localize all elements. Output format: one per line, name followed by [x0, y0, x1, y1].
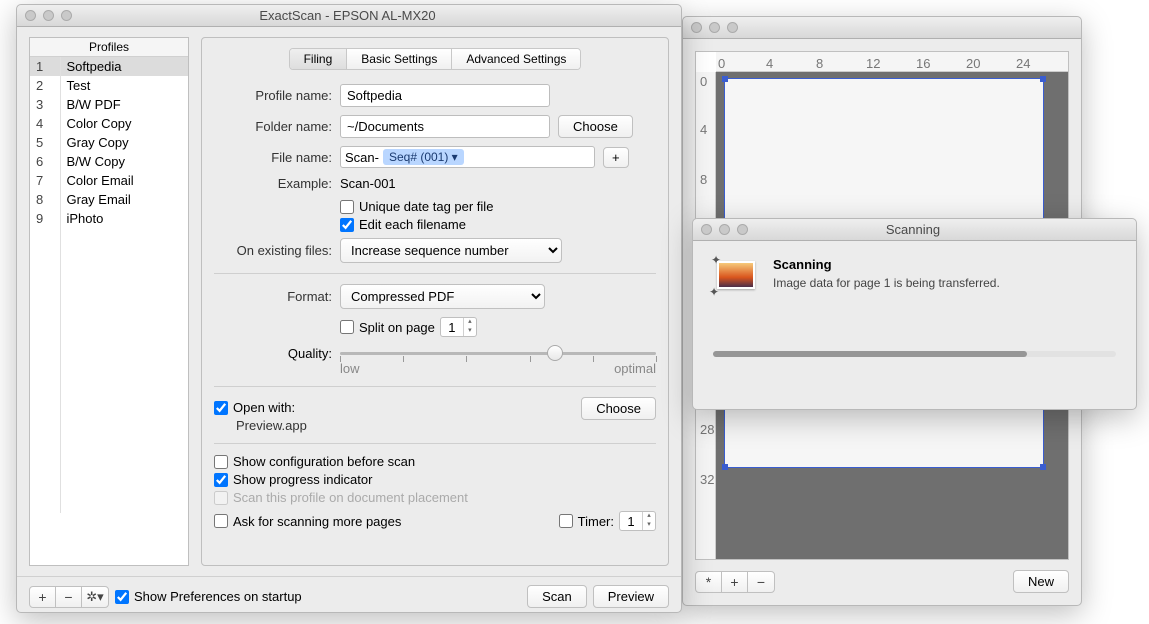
- add-token-button[interactable]: +: [603, 147, 629, 168]
- example-value: Scan-001: [340, 176, 396, 191]
- preview-remove-button[interactable]: −: [748, 572, 774, 592]
- scan-thumbnail-icon: ✦ ✦: [713, 257, 757, 295]
- example-label: Example:: [214, 176, 332, 191]
- profile-row[interactable]: 5Gray Copy: [30, 133, 188, 152]
- ask-more-checkbox[interactable]: Ask for scanning more pages: [214, 514, 559, 529]
- main-window: ExactScan - EPSON AL-MX20 Profiles 1Soft…: [16, 4, 682, 613]
- new-button[interactable]: New: [1013, 570, 1069, 593]
- preview-button[interactable]: Preview: [593, 585, 669, 608]
- profile-name-input[interactable]: [340, 84, 550, 107]
- preview-list-toolbar: * + −: [695, 571, 775, 593]
- scan-button[interactable]: Scan: [527, 585, 587, 608]
- preview-star-button[interactable]: *: [696, 572, 722, 592]
- file-name-input[interactable]: Scan- Seq# (001) ▾: [340, 146, 595, 168]
- open-with-checkbox[interactable]: Open with:: [214, 400, 581, 415]
- preview-add-button[interactable]: +: [722, 572, 748, 592]
- add-profile-button[interactable]: +: [30, 587, 56, 607]
- quality-label: Quality:: [214, 346, 332, 361]
- profiles-list[interactable]: Profiles 1Softpedia2Test3B/W PDF4Color C…: [29, 37, 189, 566]
- profile-row[interactable]: 6B/W Copy: [30, 152, 188, 171]
- profile-row[interactable]: 9iPhoto: [30, 209, 188, 228]
- folder-name-label: Folder name:: [214, 119, 332, 134]
- chevron-up-icon: ▴: [464, 318, 476, 327]
- chevron-up-icon: ▴: [643, 512, 655, 521]
- main-titlebar: ExactScan - EPSON AL-MX20: [17, 5, 681, 27]
- timer-checkbox[interactable]: Timer: ▴▾: [559, 511, 656, 531]
- profile-gear-button[interactable]: ✲▾: [82, 587, 108, 607]
- remove-profile-button[interactable]: −: [56, 587, 82, 607]
- tab-filing[interactable]: Filing: [290, 49, 348, 69]
- profiles-toolbar: + − ✲▾: [29, 586, 109, 608]
- file-name-label: File name:: [214, 150, 332, 165]
- timer-spinner[interactable]: ▴▾: [619, 511, 656, 531]
- tab-advanced[interactable]: Advanced Settings: [452, 49, 580, 69]
- open-with-app: Preview.app: [236, 418, 581, 433]
- quality-slider[interactable]: [340, 343, 656, 363]
- show-prefs-checkbox[interactable]: Show Preferences on startup: [115, 589, 302, 604]
- show-config-checkbox[interactable]: Show configuration before scan: [214, 454, 656, 469]
- scan-titlebar: Scanning: [693, 219, 1136, 241]
- profile-row[interactable]: 7Color Email: [30, 171, 188, 190]
- profile-row[interactable]: 4Color Copy: [30, 114, 188, 133]
- gear-icon: ✲▾: [86, 590, 103, 604]
- chevron-down-icon: ▾: [464, 327, 476, 336]
- on-existing-select[interactable]: Increase sequence number: [340, 238, 562, 263]
- traffic-lights[interactable]: [691, 22, 738, 33]
- choose-folder-button[interactable]: Choose: [558, 115, 633, 138]
- tab-basic[interactable]: Basic Settings: [347, 49, 452, 69]
- split-page-checkbox[interactable]: Split on page ▴▾: [340, 317, 656, 337]
- scan-message: Image data for page 1 is being transferr…: [773, 276, 1000, 290]
- chevron-down-icon: ▾: [643, 521, 655, 530]
- format-label: Format:: [214, 289, 332, 304]
- ruler-horizontal: 0 4 8 12 16 20 24: [716, 52, 1068, 72]
- scan-window-title: Scanning: [698, 222, 1128, 237]
- format-select[interactable]: Compressed PDF: [340, 284, 545, 309]
- profile-row[interactable]: 2Test: [30, 76, 188, 95]
- edit-each-checkbox[interactable]: Edit each filename: [340, 217, 656, 232]
- on-existing-label: On existing files:: [214, 243, 332, 258]
- scan-heading: Scanning: [773, 257, 1000, 272]
- profile-row[interactable]: 1Softpedia: [30, 57, 188, 77]
- unique-date-checkbox[interactable]: Unique date tag per file: [340, 199, 656, 214]
- preview-titlebar: [683, 17, 1081, 39]
- choose-app-button[interactable]: Choose: [581, 397, 656, 420]
- profile-row[interactable]: 3B/W PDF: [30, 95, 188, 114]
- scanning-window: Scanning ✦ ✦ Scanning Image data for pag…: [692, 218, 1137, 410]
- scan-progress-bar: [713, 351, 1116, 357]
- window-title: ExactScan - EPSON AL-MX20: [22, 8, 673, 23]
- seq-token[interactable]: Seq# (001) ▾: [383, 149, 464, 165]
- folder-name-input[interactable]: [340, 115, 550, 138]
- settings-tabs: Filing Basic Settings Advanced Settings: [289, 48, 582, 70]
- show-progress-checkbox[interactable]: Show progress indicator: [214, 472, 656, 487]
- settings-panel: Filing Basic Settings Advanced Settings …: [201, 37, 669, 566]
- profile-name-label: Profile name:: [214, 88, 332, 103]
- scan-on-placement-checkbox: Scan this profile on document placement: [214, 490, 656, 505]
- split-page-spinner[interactable]: ▴▾: [440, 317, 477, 337]
- profile-row[interactable]: 8Gray Email: [30, 190, 188, 209]
- profiles-header: Profiles: [30, 38, 188, 57]
